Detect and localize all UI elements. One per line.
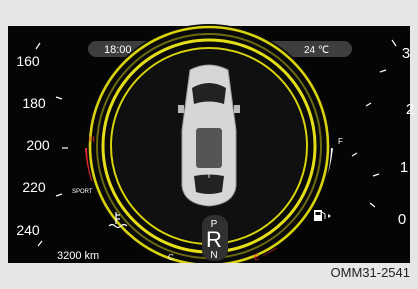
- speed-label-0: 160: [16, 53, 40, 69]
- speed-label-1: 180: [22, 95, 46, 111]
- rpm-label-2: 1: [400, 159, 408, 176]
- figure-caption: OMM31-2541: [330, 265, 410, 280]
- rpm-label-1: 2: [406, 101, 414, 118]
- odometer: 3200 km: [57, 250, 99, 262]
- fuel-empty-label: E: [254, 253, 259, 262]
- speed-label-4: 240: [16, 222, 40, 238]
- speed-label-3: 220: [22, 179, 46, 195]
- gear-n: N: [210, 250, 217, 261]
- outside-temperature: 24 ℃: [304, 45, 329, 56]
- temp-cold-label: C: [168, 253, 174, 262]
- instrument-cluster: 18:00 24 ℃ 160180200220240 3210 P R N H …: [0, 0, 418, 263]
- gear-r-selected: R: [206, 227, 222, 252]
- rpm-label-3: 0: [398, 211, 406, 228]
- rpm-label-0: 3: [402, 45, 410, 62]
- clock-time: 18:00: [104, 44, 132, 56]
- fuel-full-label: F: [338, 137, 343, 146]
- drive-mode-label: SPORT: [72, 189, 93, 195]
- speed-label-2: 200: [26, 137, 50, 153]
- temp-hot-label: H: [89, 135, 95, 144]
